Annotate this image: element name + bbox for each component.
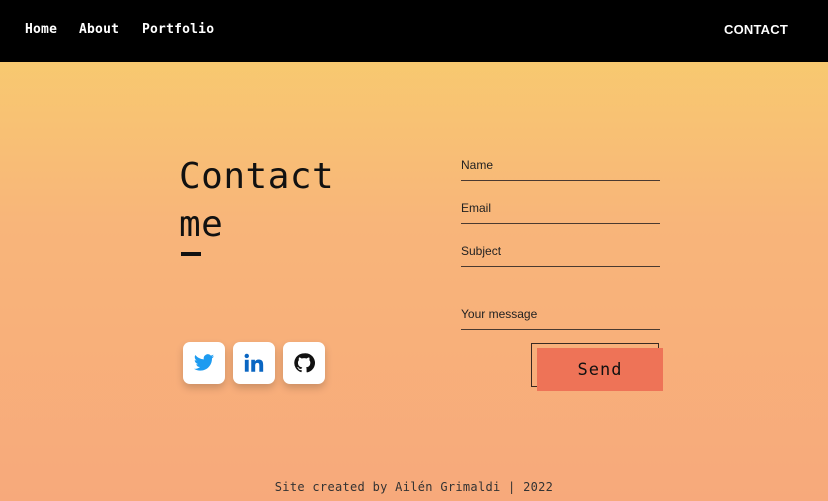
subject-label: Subject <box>461 244 502 258</box>
github-link[interactable] <box>283 342 325 384</box>
footer: Site created by Ailén Grimaldi | 2022 <box>0 480 828 494</box>
nav-about-link[interactable]: About <box>79 22 119 37</box>
twitter-link[interactable] <box>183 342 225 384</box>
linkedin-icon <box>244 353 264 372</box>
message-field[interactable]: Your message <box>461 307 660 330</box>
subject-field[interactable]: Subject <box>461 244 660 267</box>
twitter-icon <box>193 354 215 371</box>
message-label: Your message <box>461 307 538 321</box>
nav-contact-link[interactable]: CONTACT <box>724 22 788 37</box>
name-label: Name <box>461 158 494 172</box>
footer-suffix: | 2022 <box>500 480 554 494</box>
linkedin-link[interactable] <box>233 342 275 384</box>
navbar: Home About Portfolio CONTACT <box>0 0 828 62</box>
footer-prefix: Site created by <box>274 480 396 494</box>
send-button[interactable]: Send <box>537 348 663 391</box>
github-icon <box>294 353 315 373</box>
email-label: Email <box>461 201 492 215</box>
email-field[interactable]: Email <box>461 201 660 224</box>
nav-portfolio-link[interactable]: Portfolio <box>142 22 214 37</box>
page-title: Contact me <box>179 156 335 245</box>
name-field[interactable]: Name <box>461 158 660 181</box>
nav-home-link[interactable]: Home <box>25 22 57 37</box>
footer-author: Ailén Grimaldi <box>395 480 501 494</box>
title-underline <box>181 252 201 256</box>
